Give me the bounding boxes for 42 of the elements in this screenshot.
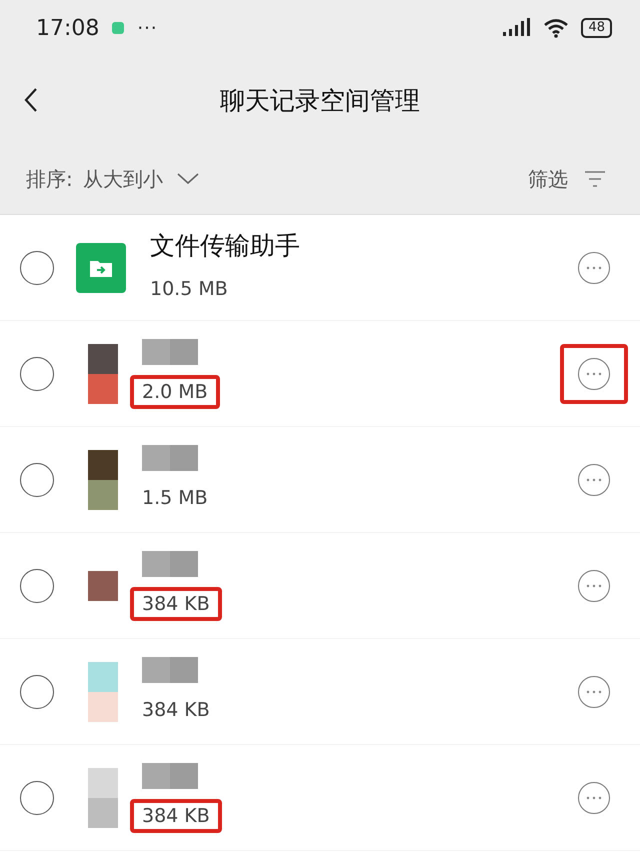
select-checkbox[interactable]	[20, 462, 54, 496]
select-checkbox[interactable]	[20, 250, 54, 284]
filter-button[interactable]: 筛选	[528, 166, 606, 192]
more-button[interactable]	[578, 464, 610, 496]
chat-size: 1.5 MB	[141, 486, 209, 510]
blurred-avatar	[88, 662, 118, 722]
signal-icon	[501, 18, 532, 38]
select-checkbox[interactable]	[20, 568, 54, 602]
status-time: 17:08	[36, 16, 100, 40]
more-button[interactable]	[578, 676, 610, 708]
back-icon	[24, 87, 38, 113]
more-icon	[586, 478, 602, 482]
more-button[interactable]	[578, 782, 610, 814]
app-notification-icon	[111, 21, 126, 35]
blurred-avatar	[88, 450, 118, 510]
sort-dropdown[interactable]: 排序: 从大到小	[26, 166, 199, 192]
page-title: 聊天记录空间管理	[220, 84, 420, 116]
select-checkbox[interactable]	[20, 356, 54, 390]
more-icon	[586, 372, 602, 376]
select-checkbox[interactable]	[20, 674, 54, 708]
blurred-avatar	[88, 768, 118, 828]
wifi-icon	[543, 18, 570, 38]
blurred-avatar	[88, 344, 118, 404]
more-button[interactable]	[578, 358, 610, 390]
more-button[interactable]	[578, 570, 610, 602]
more-button[interactable]	[578, 252, 610, 284]
chevron-down-icon	[176, 173, 199, 185]
more-icon	[586, 690, 602, 694]
filter-icon	[584, 170, 606, 188]
chat-size: 10.5 MB	[149, 277, 229, 302]
battery-indicator: 48	[581, 18, 612, 38]
chat-size: 384 KB	[141, 698, 211, 722]
chat-name: 文件传输助手	[150, 230, 300, 262]
blurred-avatar	[88, 570, 118, 600]
chat-size: 384 KB	[130, 798, 222, 832]
chat-size: 384 KB	[130, 586, 222, 620]
more-icon	[586, 584, 602, 588]
more-icon	[586, 796, 602, 800]
select-checkbox[interactable]	[20, 780, 54, 814]
notification-more: ···	[137, 18, 158, 38]
more-icon	[586, 266, 602, 270]
chat-size: 2.0 MB	[130, 374, 220, 408]
